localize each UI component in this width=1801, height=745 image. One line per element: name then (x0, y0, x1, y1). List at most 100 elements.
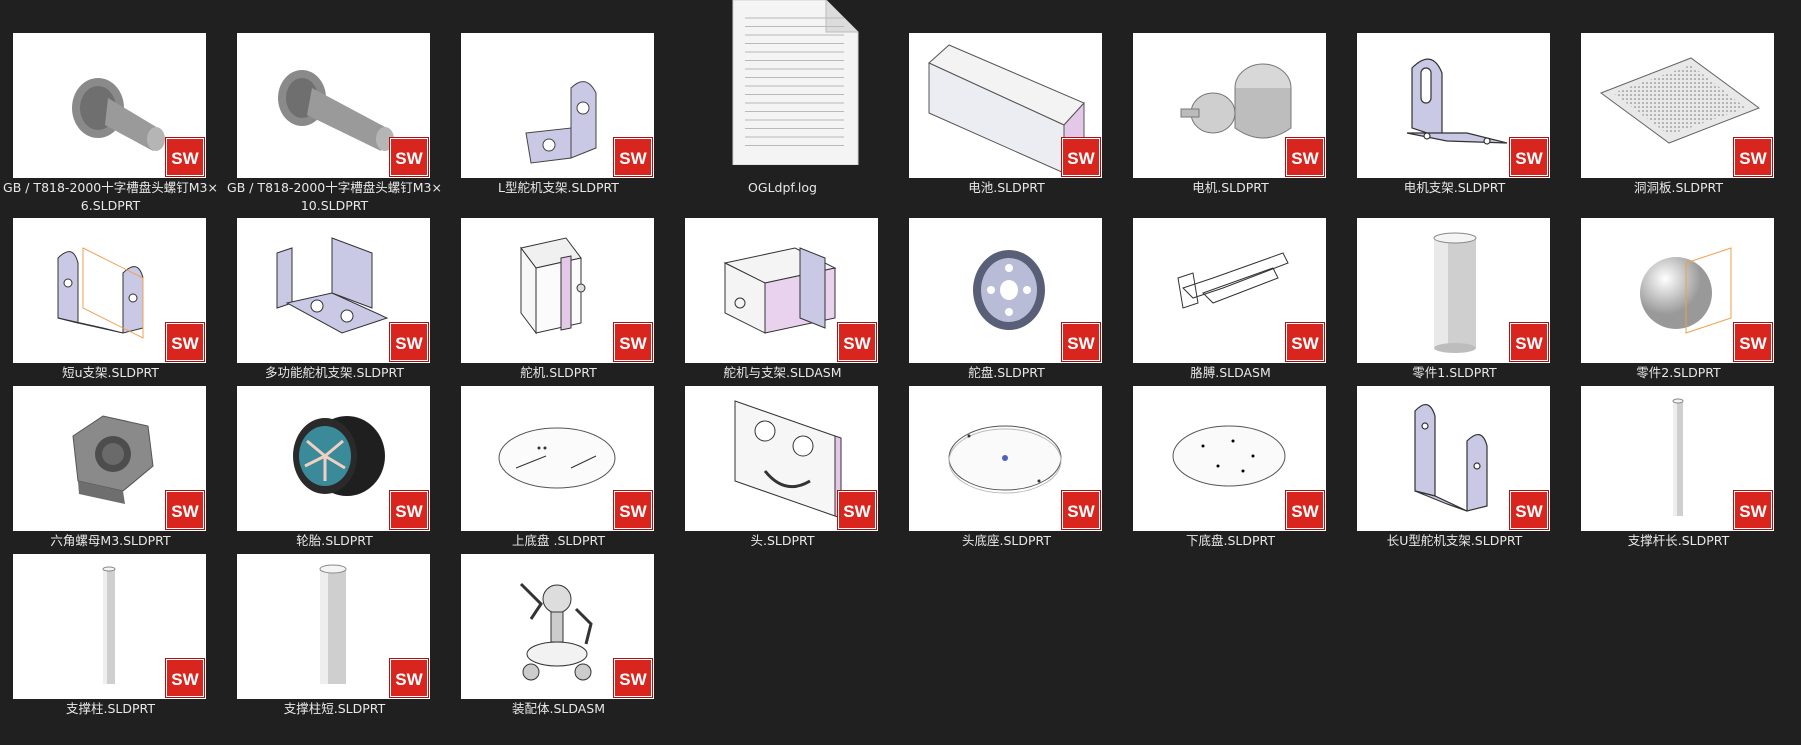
solidworks-icon: SW (1734, 323, 1772, 361)
solidworks-badge-text: SW (395, 670, 423, 689)
short-column-thumbnail: SW (237, 554, 430, 699)
file-name: 多功能舵机支架.SLDPRT (265, 365, 404, 380)
solidworks-icon: SW (614, 659, 652, 697)
solidworks-badge-text: SW (395, 149, 423, 168)
solidworks-icon: SW (166, 323, 204, 361)
arm-assembly-thumbnail: SW (1133, 218, 1326, 363)
screw-thumbnail: SW (13, 33, 206, 178)
solidworks-badge-text: SW (619, 670, 647, 689)
solidworks-icon: SW (166, 491, 204, 529)
solidworks-badge-text: SW (843, 334, 871, 353)
solidworks-icon: SW (390, 659, 428, 697)
solidworks-badge-text: SW (1291, 149, 1319, 168)
solidworks-badge-text: SW (843, 502, 871, 521)
file-name: 电机.SLDPRT (1192, 180, 1269, 195)
upper-chassis-thumbnail: SW (461, 386, 654, 531)
file-name: 下底盘.SLDPRT (1186, 533, 1275, 548)
solidworks-icon: SW (390, 323, 428, 361)
wheel-thumbnail: SW (237, 386, 430, 531)
solidworks-icon: SW (390, 491, 428, 529)
long-rod-thumbnail: SW (1581, 386, 1774, 531)
solidworks-icon: SW (1286, 491, 1324, 529)
file-name: 头.SLDPRT (750, 533, 815, 548)
file-name: 支撑柱短.SLDPRT (283, 701, 386, 716)
file-name: 舵机与支架.SLDASM (723, 365, 842, 380)
solidworks-badge-text: SW (1515, 502, 1543, 521)
solidworks-icon: SW (1286, 138, 1324, 176)
battery-box-thumbnail: SW (909, 33, 1102, 178)
multi-bracket-thumbnail: SW (237, 218, 430, 363)
solidworks-icon: SW (390, 138, 428, 176)
solidworks-badge-text: SW (1067, 502, 1095, 521)
solidworks-badge-text: SW (1291, 334, 1319, 353)
file-name: 电机支架.SLDPRT (1403, 180, 1506, 195)
sphere-thumbnail: SW (1581, 218, 1774, 363)
solidworks-icon: SW (166, 659, 204, 697)
solidworks-badge-text: SW (171, 149, 199, 168)
motor-thumbnail: SW (1133, 33, 1326, 178)
solidworks-icon: SW (614, 491, 652, 529)
solidworks-badge-text: SW (395, 334, 423, 353)
head-base-thumbnail: SW (909, 386, 1102, 531)
solidworks-badge-text: SW (395, 502, 423, 521)
solidworks-icon: SW (838, 323, 876, 361)
file-name: 舵盘.SLDPRT (968, 365, 1045, 380)
support-column-thumbnail: SW (13, 554, 206, 699)
file-name: 上底盘 .SLDPRT (512, 533, 605, 548)
solidworks-badge-text: SW (619, 149, 647, 168)
perfboard-thumbnail: SW (1581, 33, 1774, 178)
solidworks-badge-text: SW (171, 502, 199, 521)
solidworks-badge-text: SW (171, 670, 199, 689)
solidworks-badge-text: SW (1515, 334, 1543, 353)
solidworks-badge-text: SW (619, 502, 647, 521)
robot-assembly-thumbnail: SW (461, 554, 654, 699)
solidworks-badge-text: SW (171, 334, 199, 353)
solidworks-badge-text: SW (1515, 149, 1543, 168)
long-u-bracket-thumbnail: SW (1357, 386, 1550, 531)
file-name: 电池.SLDPRT (968, 180, 1045, 195)
solidworks-icon: SW (838, 491, 876, 529)
file-name: 零件2.SLDPRT (1636, 365, 1721, 380)
file-name: OGLdpf.log (748, 180, 817, 195)
screw-long-thumbnail: SW (237, 33, 430, 178)
solidworks-badge-text: SW (1739, 149, 1767, 168)
solidworks-icon: SW (1510, 491, 1548, 529)
file-name: 六角螺母M3.SLDPRT (50, 533, 171, 548)
short-u-bracket-thumbnail: SW (13, 218, 206, 363)
solidworks-icon: SW (1510, 138, 1548, 176)
file-name: GB / T818-2000十字槽盘头螺钉M3×6.SLDPRT (3, 180, 218, 213)
solidworks-icon: SW (166, 138, 204, 176)
servo-thumbnail: SW (461, 218, 654, 363)
file-name: GB / T818-2000十字槽盘头螺钉M3×10.SLDPRT (227, 180, 442, 213)
file-name: 胳膊.SLDASM (1190, 365, 1271, 380)
solidworks-icon: SW (1510, 323, 1548, 361)
file-name: 头底座.SLDPRT (962, 533, 1051, 548)
solidworks-badge-text: SW (619, 334, 647, 353)
solidworks-icon: SW (614, 323, 652, 361)
file-name: 装配体.SLDASM (511, 701, 606, 716)
file-name: 短u支架.SLDPRT (62, 365, 159, 380)
file-name: 支撑杆长.SLDPRT (1627, 533, 1730, 548)
motor-bracket-thumbnail: SW (1357, 33, 1550, 178)
servo-horn-thumbnail: SW (909, 218, 1102, 363)
file-name: L型舵机支架.SLDPRT (498, 180, 619, 195)
file-name: 零件1.SLDPRT (1412, 365, 1497, 380)
text-document-icon (731, 0, 860, 166)
file-name: 支撑柱.SLDPRT (66, 701, 155, 716)
file-name: 舵机.SLDPRT (520, 365, 597, 380)
solidworks-badge-text: SW (1067, 334, 1095, 353)
cylinder-thumbnail: SW (1357, 218, 1550, 363)
solidworks-icon: SW (1062, 491, 1100, 529)
hex-nut-thumbnail: SW (13, 386, 206, 531)
file-name: 长U型舵机支架.SLDPRT (1386, 533, 1523, 548)
solidworks-icon: SW (1062, 138, 1100, 176)
servo-assembly-thumbnail: SW (685, 218, 878, 363)
lower-chassis-thumbnail: SW (1133, 386, 1326, 531)
file-name: 轮胎.SLDPRT (296, 533, 373, 548)
solidworks-badge-text: SW (1067, 149, 1095, 168)
solidworks-badge-text: SW (1739, 502, 1767, 521)
solidworks-badge-text: SW (1739, 334, 1767, 353)
solidworks-icon: SW (1734, 138, 1772, 176)
file-name: 洞洞板.SLDPRT (1634, 180, 1723, 195)
solidworks-icon: SW (1062, 323, 1100, 361)
